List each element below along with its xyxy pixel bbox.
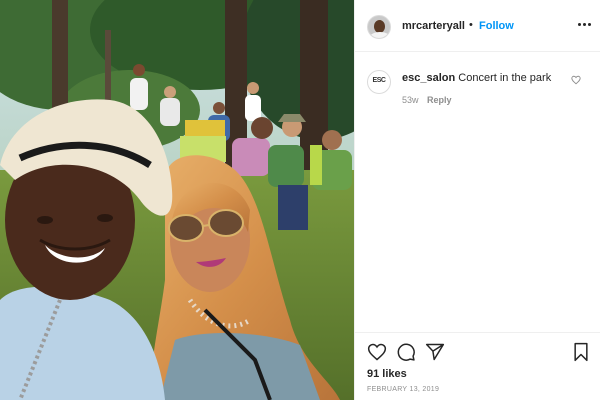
post-author-username[interactable]: mrcarteryall [402, 20, 465, 32]
comment-icon[interactable] [396, 342, 416, 362]
esc-salon-logo-text: ESC [372, 77, 386, 84]
comment-text: Concert in the park [458, 72, 552, 84]
follow-button[interactable]: Follow [479, 20, 514, 32]
esc-salon-logo[interactable]: ESC [367, 70, 391, 94]
reply-button[interactable]: Reply [427, 95, 452, 105]
comment-meta: 53w Reply [402, 95, 452, 105]
user-avatar[interactable] [367, 15, 391, 39]
post-sidebar: mrcarteryall • Follow ESC esc_salon Conc… [354, 0, 600, 400]
header-separator: • [469, 19, 473, 31]
avatar-shirt-shape [370, 32, 390, 38]
more-options-icon[interactable] [577, 14, 593, 34]
post-header: mrcarteryall • Follow [355, 0, 600, 52]
likes-count[interactable]: 91 likes [367, 368, 407, 380]
comment-body: esc_salon Concert in the park [402, 72, 551, 84]
post-date[interactable]: FEBRUARY 13, 2019 [367, 386, 439, 393]
comment-age[interactable]: 53w [402, 95, 419, 105]
comment-username[interactable]: esc_salon [402, 72, 455, 84]
post-photo-scene [0, 0, 354, 400]
share-icon[interactable] [425, 342, 445, 362]
post-actions: 91 likes FEBRUARY 13, 2019 [355, 332, 600, 400]
comment-heart-icon[interactable] [571, 75, 581, 85]
bookmark-icon[interactable] [571, 342, 591, 362]
heart-icon[interactable] [367, 342, 387, 362]
post-photo[interactable] [0, 0, 354, 400]
comment-item: ESC esc_salon Concert in the park 53w Re… [355, 60, 600, 120]
